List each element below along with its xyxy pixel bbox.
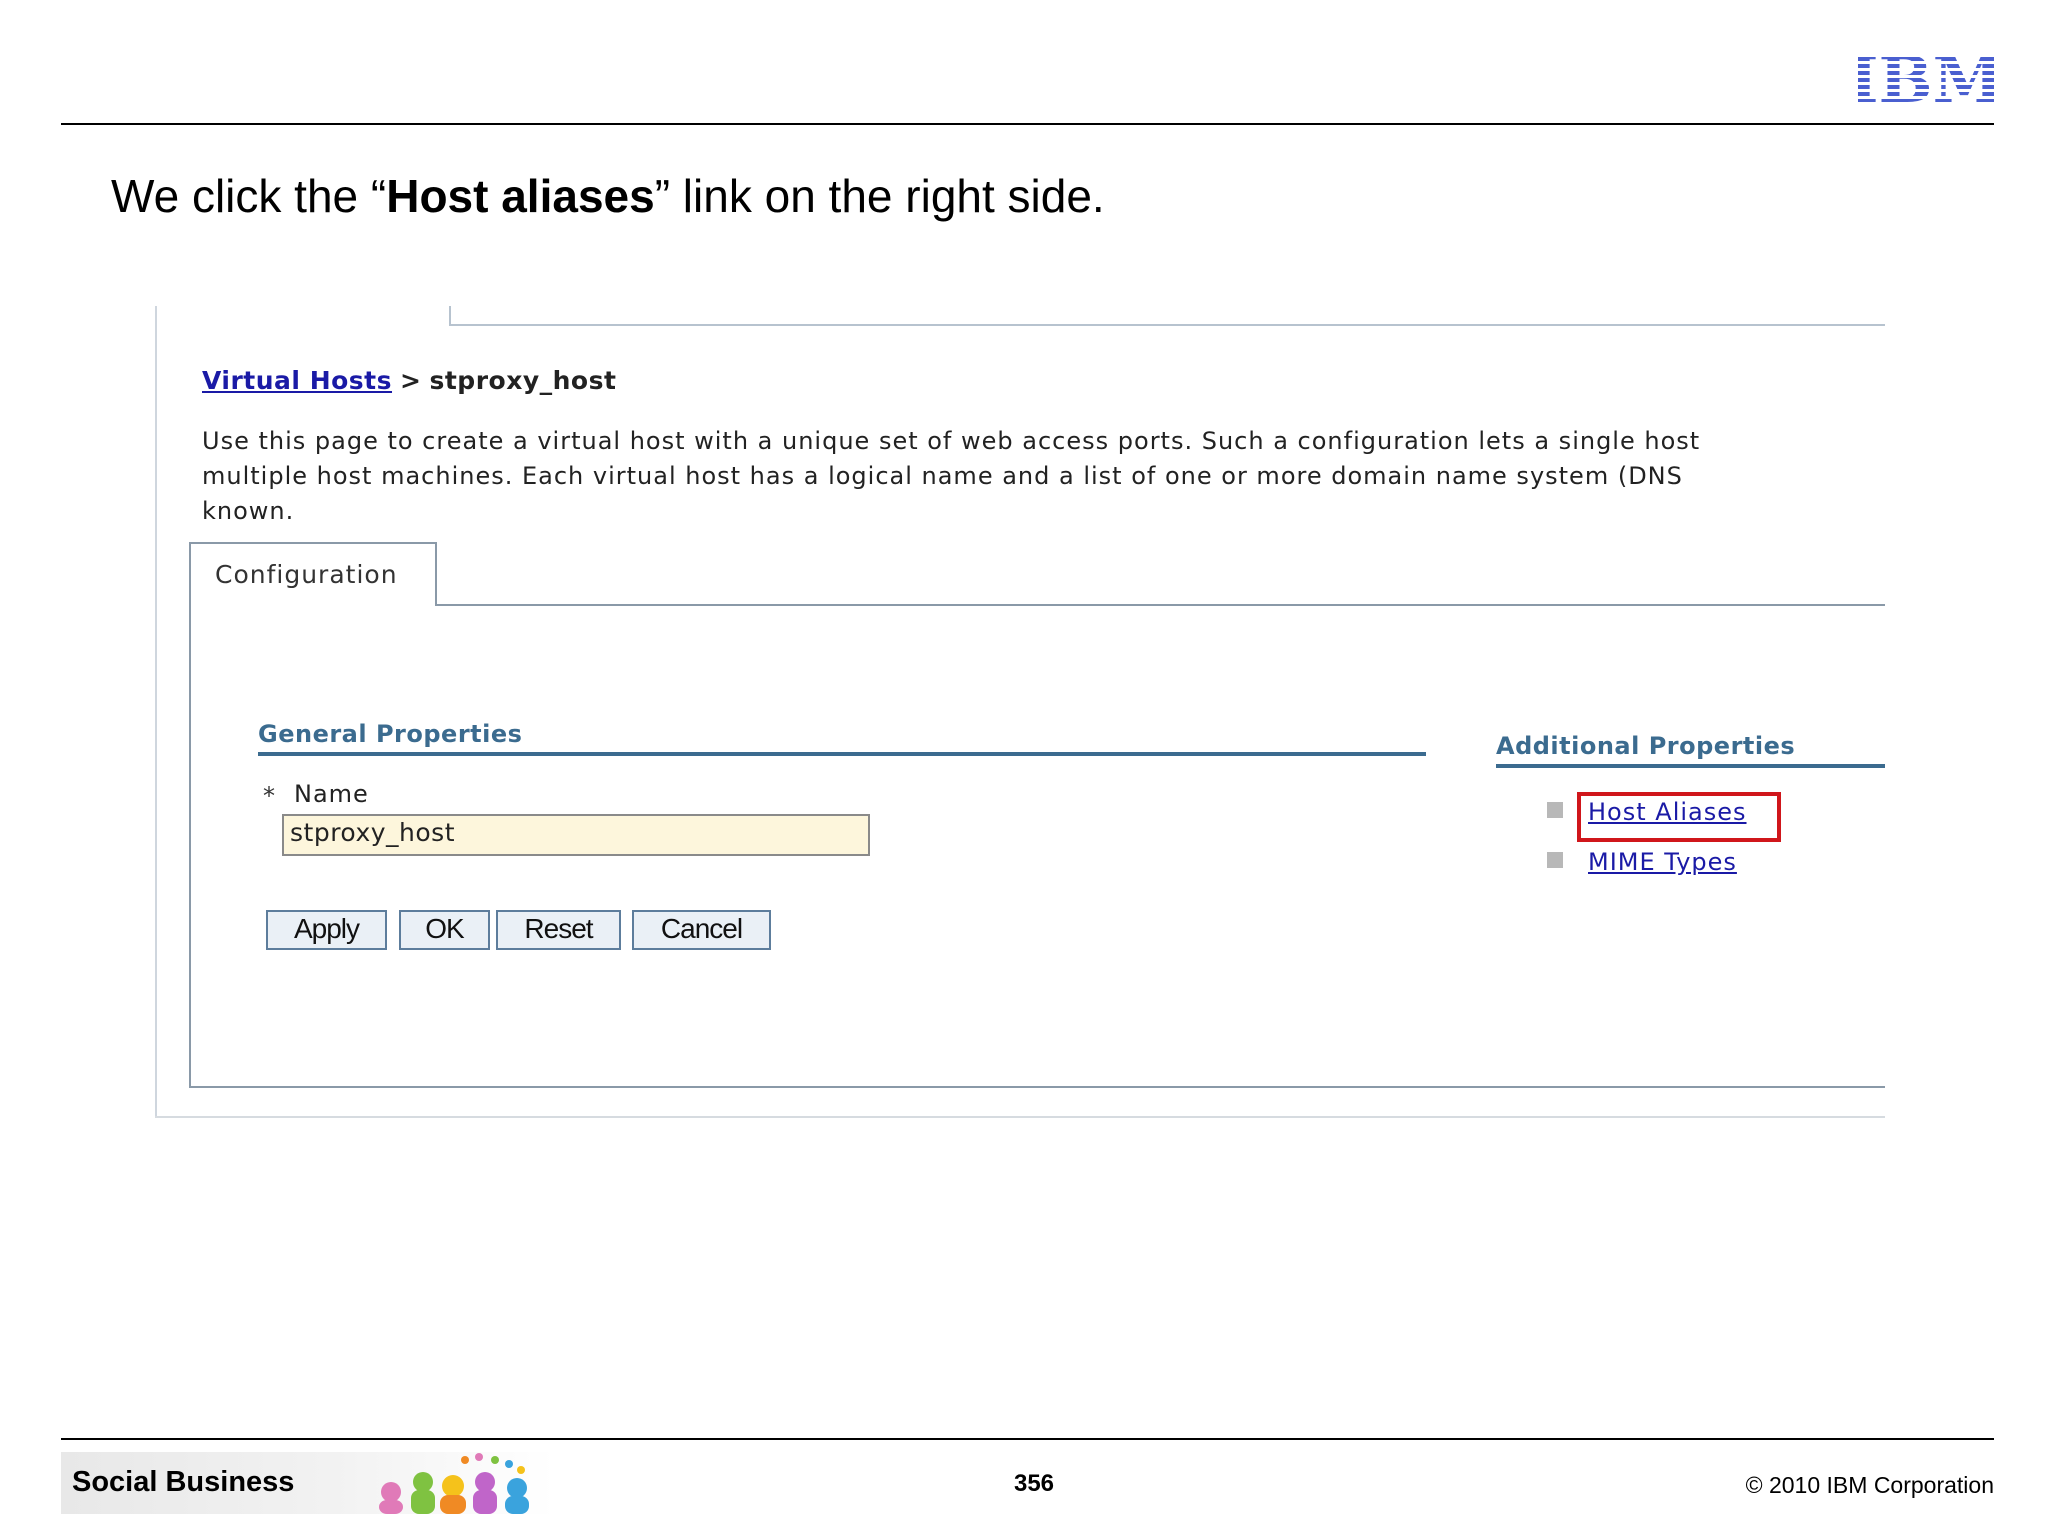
screenshot-left-border (155, 306, 157, 1118)
cancel-button[interactable]: Cancel (632, 910, 771, 950)
breadcrumb-current: stproxy_host (429, 366, 617, 395)
breadcrumb-virtual-hosts-link[interactable]: Virtual Hosts (202, 366, 392, 395)
heading-prefix: We click the “ (111, 170, 387, 222)
breadcrumb-separator: > (400, 366, 422, 395)
name-label: Name (294, 780, 369, 808)
screenshot-bottom-border (155, 1116, 1885, 1118)
host-aliases-highlight (1577, 792, 1781, 842)
people-illustration-icon (379, 1453, 529, 1514)
tab-configuration[interactable]: Configuration (189, 542, 437, 606)
page-description: Use this page to create a virtual host w… (202, 424, 1885, 529)
heading-bold: Host aliases (386, 170, 655, 222)
general-properties-rule (258, 752, 1426, 756)
header-rule (61, 123, 1994, 125)
slide-heading: We click the “Host aliases” link on the … (111, 168, 1105, 224)
reset-button[interactable]: Reset (496, 910, 621, 950)
copyright: © 2010 IBM Corporation (1745, 1472, 1994, 1498)
name-input[interactable]: stproxy_host (282, 814, 870, 856)
description-line: multiple host machines. Each virtual hos… (202, 462, 1683, 490)
square-bullet-icon (1547, 852, 1563, 868)
page-number: 356 (1013, 1470, 1055, 1497)
ok-button[interactable]: OK (399, 910, 490, 950)
tab-panel-top-border (435, 604, 1885, 606)
console-screenshot: Virtual Hosts > stproxy_host Use this page… (155, 306, 1885, 1118)
description-line: Use this page to create a virtual host w… (202, 427, 1701, 455)
general-properties-title: General Properties (258, 720, 523, 748)
additional-properties-title: Additional Properties (1496, 732, 1796, 760)
mime-types-link[interactable]: MIME Types (1588, 848, 1737, 876)
apply-button[interactable]: Apply (266, 910, 387, 950)
tab-configuration-label: Configuration (215, 560, 398, 589)
description-line: known. (202, 497, 295, 525)
footer-brand: Social Business (72, 1466, 295, 1498)
screenshot-top-bar (449, 306, 1885, 326)
heading-suffix: ” link on the right side. (654, 170, 1105, 222)
footer-banner: Social Business (61, 1452, 555, 1514)
ibm-logo: IBM (1858, 50, 1994, 106)
required-asterisk-icon: * (263, 782, 275, 810)
footer-rule (61, 1438, 1994, 1440)
breadcrumb: Virtual Hosts > stproxy_host (202, 366, 616, 395)
additional-properties-rule (1496, 764, 1885, 768)
square-bullet-icon (1547, 802, 1563, 818)
svg-text:IBM: IBM (1858, 50, 1994, 106)
